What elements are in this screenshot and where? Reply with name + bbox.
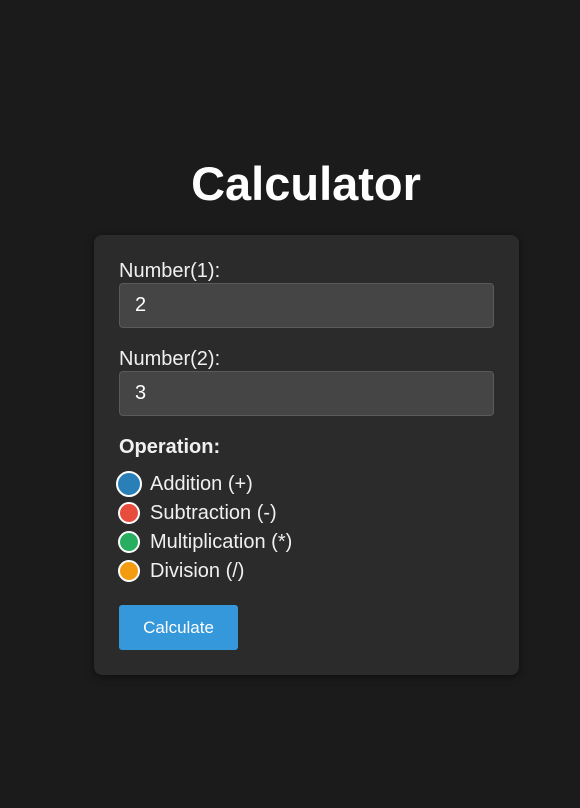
page-title: Calculator bbox=[191, 157, 421, 210]
radio-subtraction-label: Subtraction (-) bbox=[150, 502, 277, 524]
radio-division-indicator[interactable] bbox=[118, 560, 140, 582]
calculate-button[interactable]: Calculate bbox=[119, 605, 238, 650]
number2-input[interactable] bbox=[119, 371, 494, 416]
radio-multiplication-label: Multiplication (*) bbox=[150, 531, 293, 553]
radio-addition-indicator[interactable] bbox=[116, 471, 142, 497]
number2-label: Number(2): bbox=[119, 348, 221, 370]
calculator-card: Number(1): Number(2): Operation: Additio… bbox=[94, 235, 519, 675]
radio-addition-label: Addition (+) bbox=[150, 473, 253, 495]
radio-subtraction[interactable]: Subtraction (-) bbox=[118, 500, 277, 526]
radio-subtraction-indicator[interactable] bbox=[118, 502, 140, 524]
page: Calculator Number(1): Number(2): Operati… bbox=[0, 0, 580, 808]
radio-addition[interactable]: Addition (+) bbox=[116, 471, 253, 497]
radio-multiplication[interactable]: Multiplication (*) bbox=[118, 529, 292, 555]
number1-input[interactable] bbox=[119, 283, 494, 328]
number1-label: Number(1): bbox=[119, 260, 221, 282]
operation-heading: Operation: bbox=[119, 436, 221, 458]
radio-division[interactable]: Division (/) bbox=[118, 558, 244, 584]
radio-division-label: Division (/) bbox=[150, 560, 245, 582]
radio-multiplication-indicator[interactable] bbox=[118, 531, 140, 553]
